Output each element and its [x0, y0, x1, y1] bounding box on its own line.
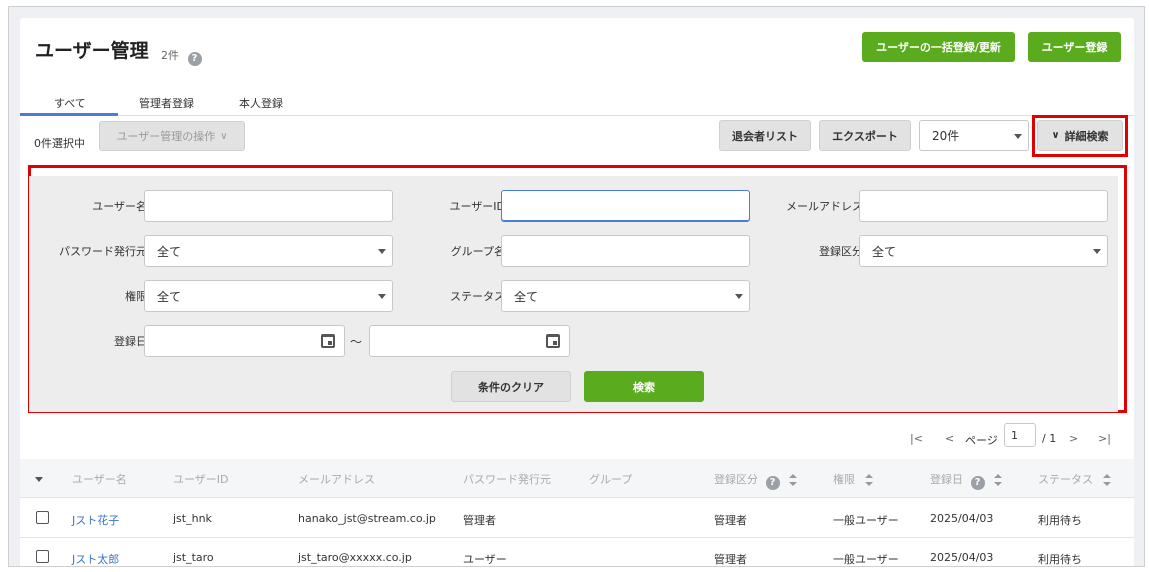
page-title: ユーザー管理	[35, 40, 149, 62]
row-userid: jst_hnk	[173, 512, 212, 525]
row-checkbox[interactable]	[36, 550, 49, 563]
user-operations-dropdown[interactable]: ユーザー管理の操作 ∨	[99, 121, 245, 151]
date-range-separator: ～	[350, 335, 363, 349]
registration-date-to[interactable]	[369, 325, 570, 357]
row-registration-type: 管理者	[714, 553, 747, 566]
chevron-down-icon: ∨	[220, 130, 228, 142]
col-email: メールアドレス	[298, 473, 375, 486]
calendar-icon[interactable]	[321, 334, 335, 348]
col-username: ユーザー名	[72, 473, 127, 486]
registration-date-from[interactable]	[144, 325, 345, 357]
sort-icon[interactable]	[864, 474, 873, 486]
select-all-dropdown-icon[interactable]	[35, 477, 43, 482]
chevron-down-icon: ∨	[1051, 130, 1060, 141]
app-frame: ユーザー管理 2件 ? ユーザーの一括登録/更新 ユーザー登録 すべて 管理者登…	[8, 6, 1145, 567]
password-issuer-select[interactable]: 全て	[144, 235, 393, 267]
username-input[interactable]	[144, 190, 393, 222]
caret-down-icon	[378, 294, 386, 299]
col-password-issuer: パスワード発行元	[463, 473, 551, 486]
sort-icon[interactable]	[994, 474, 1002, 486]
role-select[interactable]: 全て	[144, 280, 393, 312]
row-role: 一般ユーザー	[833, 553, 899, 566]
per-page-select[interactable]: 20件	[919, 120, 1029, 151]
sort-icon[interactable]	[789, 474, 797, 486]
user-count: 2件 ?	[161, 47, 202, 66]
tab-active-indicator	[20, 113, 118, 116]
registration-type-select[interactable]: 全て	[859, 235, 1108, 267]
retired-list-button[interactable]: 退会者リスト	[719, 120, 811, 151]
help-icon[interactable]: ?	[765, 475, 780, 490]
status-select[interactable]: 全て	[501, 280, 750, 312]
tab-divider	[20, 115, 1134, 116]
userid-label: ユーザーID	[449, 200, 506, 213]
advanced-search-button[interactable]: ∨ 詳細検索	[1037, 120, 1123, 151]
col-status[interactable]: ステータス	[1038, 471, 1111, 487]
col-registration-date[interactable]: 登録日 ?	[930, 471, 1002, 490]
row-email: hanako_jst@stream.co.jp	[298, 512, 436, 525]
group-name-label: グループ名	[450, 245, 505, 258]
bulk-register-button[interactable]: ユーザーの一括登録/更新	[862, 32, 1015, 62]
row-username-link[interactable]: Jスト太郎	[72, 551, 119, 566]
row-registration-date: 2025/04/03	[930, 512, 994, 525]
search-button[interactable]: 検索	[584, 371, 704, 402]
caret-down-icon	[735, 294, 743, 299]
caret-down-icon	[1093, 249, 1101, 254]
page-number-input[interactable]: 1	[1004, 423, 1036, 447]
row-registration-type: 管理者	[714, 514, 747, 527]
pager-first[interactable]: |<	[910, 432, 923, 445]
row-role: 一般ユーザー	[833, 514, 899, 527]
calendar-icon[interactable]	[546, 334, 560, 348]
pager-prev[interactable]: <	[945, 432, 954, 445]
help-icon[interactable]: ?	[970, 475, 985, 490]
pager-label: ページ	[965, 434, 998, 447]
selected-count: 0件選択中	[34, 137, 85, 150]
row-status: 利用待ち	[1038, 514, 1082, 527]
email-label: メールアドレス	[786, 200, 863, 213]
row-password-issuer: ユーザー	[463, 553, 507, 566]
row-divider	[20, 537, 1134, 538]
advanced-search-panel: ユーザー名 ユーザーID メールアドレス パスワード発行元 全て グループ名 登…	[29, 176, 1118, 412]
tab-admin-registered[interactable]: 管理者登録	[139, 95, 194, 111]
clear-conditions-button[interactable]: 条件のクリア	[451, 371, 571, 402]
tab-self-registered[interactable]: 本人登録	[239, 95, 283, 111]
group-name-input[interactable]	[501, 235, 750, 267]
status-label: ステータス	[450, 290, 505, 303]
password-issuer-label: パスワード発行元	[59, 245, 147, 258]
row-checkbox[interactable]	[36, 511, 49, 524]
pager-total: / 1	[1042, 432, 1057, 445]
col-role[interactable]: 権限	[833, 471, 873, 487]
sort-icon[interactable]	[1102, 474, 1111, 486]
export-button[interactable]: エクスポート	[819, 120, 911, 151]
pager-next[interactable]: >	[1069, 432, 1078, 445]
row-userid: jst_taro	[173, 551, 214, 564]
col-registration-type[interactable]: 登録区分 ?	[714, 471, 797, 490]
col-userid: ユーザーID	[173, 473, 229, 486]
row-status: 利用待ち	[1038, 553, 1082, 566]
caret-down-icon	[378, 249, 386, 254]
row-password-issuer: 管理者	[463, 514, 496, 527]
userid-input[interactable]	[501, 190, 750, 222]
row-registration-date: 2025/04/03	[930, 551, 994, 564]
registration-date-label: 登録日	[114, 335, 147, 348]
tab-all[interactable]: すべて	[54, 95, 86, 111]
row-email: jst_taro@xxxxx.co.jp	[298, 551, 412, 564]
col-group: グループ	[589, 473, 633, 486]
registration-type-label: 登録区分	[819, 245, 863, 258]
pager-last[interactable]: >|	[1098, 432, 1111, 445]
row-divider	[20, 497, 1134, 498]
email-input[interactable]	[859, 190, 1108, 222]
caret-down-icon	[1014, 133, 1022, 139]
row-username-link[interactable]: Jスト花子	[72, 512, 119, 528]
username-label: ユーザー名	[92, 200, 147, 213]
main-card: ユーザー管理 2件 ? ユーザーの一括登録/更新 ユーザー登録 すべて 管理者登…	[20, 18, 1134, 566]
register-user-button[interactable]: ユーザー登録	[1028, 32, 1121, 62]
help-icon[interactable]: ?	[187, 51, 202, 66]
